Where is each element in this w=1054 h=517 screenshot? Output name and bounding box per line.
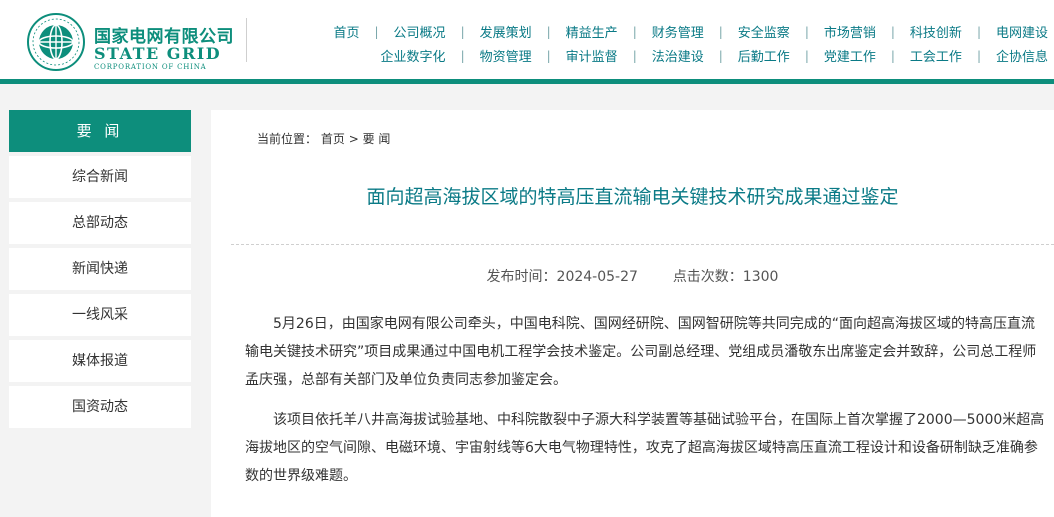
nav-rule-of-law[interactable]: 法治建设 [652,46,704,65]
article-title: 面向超高海拔区域的特高压直流输电关键技术研究成果通过鉴定 [366,186,899,208]
article-paragraph: 该项目依托羊八井高海拔试验基地、中科院散裂中子源大科学装置等基础试验平台，在国际… [245,412,1045,484]
nav-materials[interactable]: 物资管理 [480,46,532,65]
article-panel: 当前位置： 首页 > 要 闻 面向超高海拔区域的特高压直流输电关键技术研究成果通… [211,110,1054,517]
article-paragraph: 5月26日，由国家电网有限公司牵头，中国电科院、国网经研院、国网智研院等共同完成… [245,316,1037,388]
breadcrumb-home-link[interactable]: 首页 [321,132,345,146]
nav-lean-production[interactable]: 精益生产 [566,22,618,41]
nav-development-planning[interactable]: 发展策划 [480,22,532,41]
nav-audit[interactable]: 审计监督 [566,46,618,65]
sidebar-item-hq-updates[interactable]: 总部动态 [9,202,191,244]
title-divider [231,244,1054,245]
state-grid-emblem-icon [27,13,85,71]
logo-english-subtitle: CORPORATION OF CHINA [94,63,207,71]
nav-party-building[interactable]: 党建工作 [824,46,876,65]
sidebar-item-sasac-updates[interactable]: 国资动态 [9,386,191,428]
nav-digitalization[interactable]: 企业数字化 [381,46,446,65]
publish-time: 发布时间：2024-05-27 [486,269,638,285]
main-nav-row-2: 企业数字化 | 物资管理 | 审计监督 | 法治建设 | 后勤工作 | 党建工作 | 工会工… [381,46,1048,66]
nav-company-overview[interactable]: 公司概况 [394,22,446,41]
sidebar-item-news-express[interactable]: 新闻快递 [9,248,191,290]
nav-trade-union[interactable]: 工会工作 [910,46,962,65]
nav-home[interactable]: 首页 [333,22,359,41]
logo-english-name: STATE GRID [94,44,222,63]
sidebar-item-frontline[interactable]: 一线风采 [9,294,191,336]
sidebar-title: 要 闻 [9,110,191,152]
breadcrumb-separator: > [348,132,359,146]
nav-logistics[interactable]: 后勤工作 [738,46,790,65]
article-meta: 发布时间：2024-05-27 点击次数：1300 [231,266,1034,286]
nav-grid-construction[interactable]: 电网建设 [996,22,1048,41]
sidebar: 要 闻 综合新闻 总部动态 新闻快递 一线风采 媒体报道 国资动态 [9,110,191,428]
nav-tech-innovation[interactable]: 科技创新 [910,22,962,41]
nav-marketing[interactable]: 市场营销 [824,22,876,41]
nav-safety-supervision[interactable]: 安全监察 [738,22,790,41]
breadcrumb-current[interactable]: 要 闻 [363,132,391,146]
breadcrumb-prefix: 当前位置： [257,132,318,146]
site-header: 国家电网有限公司 STATE GRID CORPORATION OF CHINA… [0,0,1054,84]
main-nav-row-1: 首页 | 公司概况 | 发展策划 | 精益生产 | 财务管理 | 安全监察 | 市场营销 | … [333,22,1048,42]
sidebar-item-general-news[interactable]: 综合新闻 [9,156,191,198]
nav-finance[interactable]: 财务管理 [652,22,704,41]
breadcrumb: 当前位置： 首页 > 要 闻 [257,130,390,147]
view-count: 点击次数：1300 [672,269,779,285]
nav-enterprise-association[interactable]: 企协信息 [996,46,1048,65]
article-body: 5月26日，由国家电网有限公司牵头，中国电科院、国网经研院、国网智研院等共同完成… [245,310,1045,502]
sidebar-item-media-reports[interactable]: 媒体报道 [9,340,191,382]
site-logo[interactable]: 国家电网有限公司 STATE GRID CORPORATION OF CHINA [26,12,256,72]
header-divider [246,18,247,62]
